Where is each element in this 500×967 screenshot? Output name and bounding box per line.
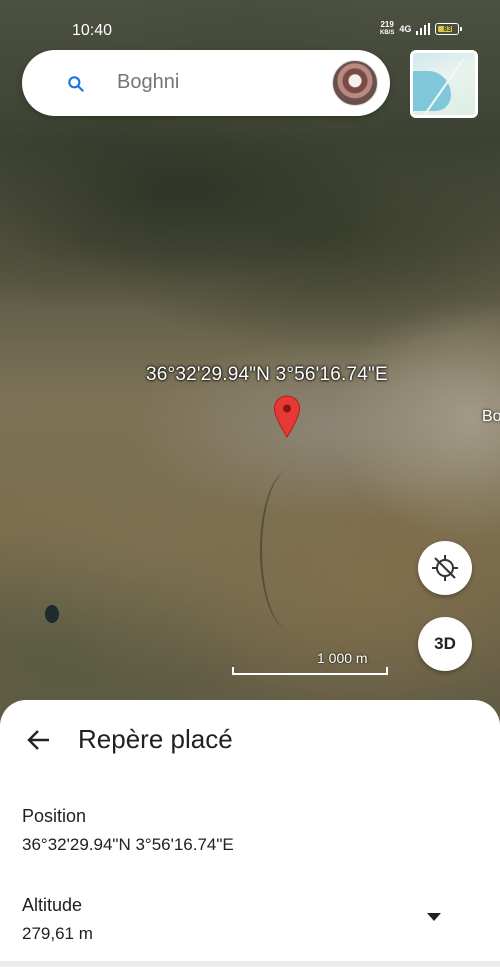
scale-bar (232, 667, 388, 675)
network-type: 4G (399, 24, 412, 34)
place-label-edge: Bo (482, 408, 500, 425)
search-bar[interactable]: Boghni (22, 50, 390, 116)
net-speed-value: 219 (380, 20, 394, 29)
net-speed-unit: KB/S (380, 30, 395, 36)
signal-icon (416, 23, 431, 35)
pin-coordinates-label: 36°32'29.94"N 3°56'16.74"E (146, 364, 388, 385)
map-pin-icon[interactable] (273, 395, 301, 439)
search-input[interactable]: Boghni (117, 71, 179, 94)
3d-toggle-button[interactable]: 3D (418, 617, 472, 671)
altitude-value: 279,61 m (22, 924, 93, 943)
sheet-bottom-divider (0, 961, 500, 967)
placemark-sheet: Repère placé Position 36°32'29.94"N 3°56… (0, 700, 500, 967)
my-location-button[interactable] (418, 541, 472, 595)
location-disabled-icon (432, 555, 458, 581)
net-speed: 219 KB/S (380, 21, 394, 37)
map-lake (45, 605, 59, 623)
position-value: 36°32'29.94"N 3°56'16.74"E (22, 835, 234, 854)
battery-level: 83 (443, 25, 452, 33)
position-label: Position (22, 806, 87, 826)
triangle-down-icon[interactable] (427, 913, 441, 921)
altitude-label: Altitude (22, 895, 83, 915)
map-river (260, 470, 320, 630)
sheet-title: Repère placé (78, 724, 233, 754)
search-icon (68, 76, 84, 92)
status-time: 10:40 (72, 22, 113, 39)
arrow-left-icon[interactable] (26, 727, 52, 753)
avatar[interactable] (332, 60, 378, 106)
map-layers-button[interactable] (410, 50, 478, 118)
status-icons: 219 KB/S 4G 83 (380, 21, 463, 37)
battery-icon: 83 (435, 23, 463, 35)
map-scale: 1 000 m (232, 650, 388, 676)
scale-label: 1 000 m (317, 650, 368, 666)
